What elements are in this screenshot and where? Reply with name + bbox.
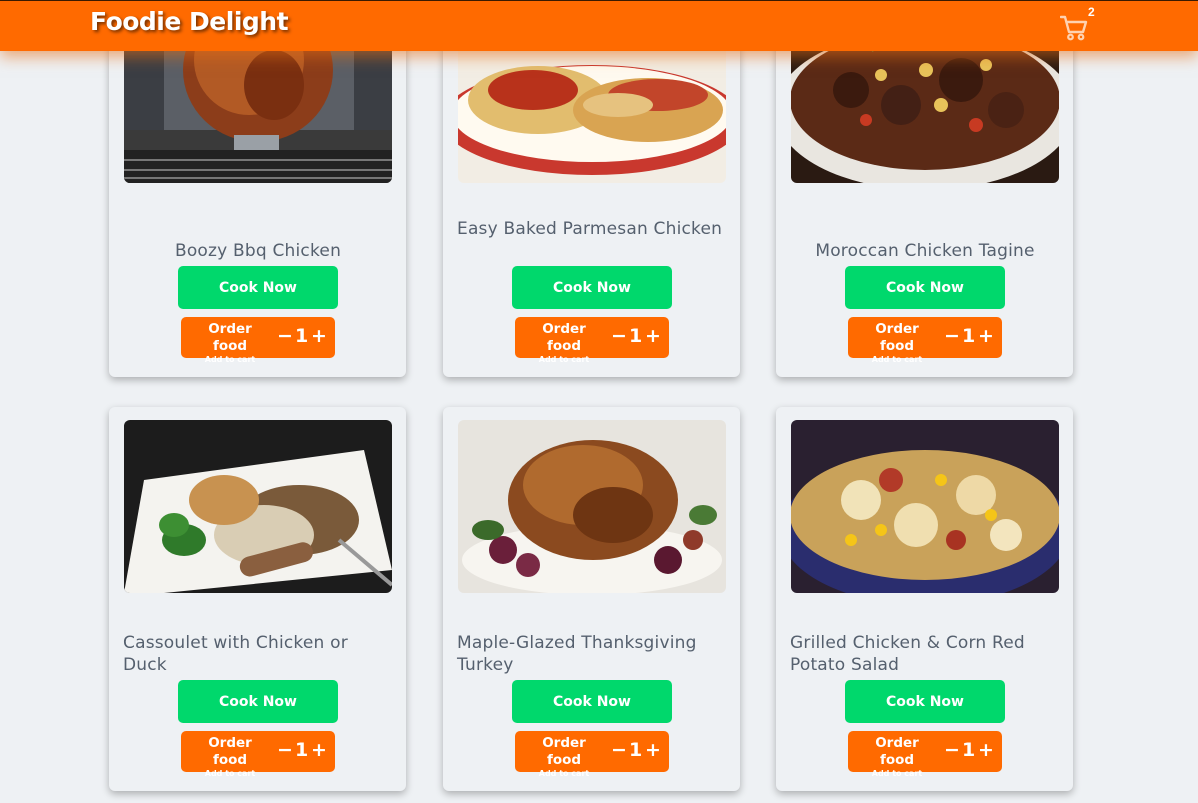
decrease-quantity-button[interactable]: −: [611, 739, 627, 761]
add-to-cart-label: Add to cart: [538, 355, 590, 364]
order-food-button[interactable]: Order food Add to cart: [525, 321, 603, 365]
order-food-control: Order food Add to cart − 1 +: [515, 731, 669, 778]
order-food-label: Order food: [542, 735, 586, 768]
cook-now-button[interactable]: Cook Now: [178, 266, 338, 309]
recipe-title: Moroccan Chicken Tagine: [815, 241, 1035, 261]
quantity-value: 1: [295, 739, 309, 761]
recipe-title: Grilled Chicken & Corn Red Potato Salad: [790, 633, 1025, 675]
recipe-card: Cassoulet with Chicken or Duck Cook Now …: [109, 407, 406, 791]
increase-quantity-button[interactable]: +: [645, 325, 661, 347]
cook-now-button[interactable]: Cook Now: [178, 680, 338, 723]
cart-button[interactable]: 2: [1060, 5, 1100, 45]
recipe-title: Maple-Glazed Thanksgiving Turkey: [457, 633, 697, 675]
add-to-cart-label: Add to cart: [204, 769, 256, 778]
quantity-value: 1: [629, 739, 643, 761]
recipe-card: Boozy Bbq Chicken Cook Now Order food Ad…: [109, 10, 406, 377]
increase-quantity-button[interactable]: +: [978, 739, 994, 761]
add-to-cart-label: Add to cart: [871, 769, 923, 778]
recipe-image: [458, 420, 726, 593]
order-food-button[interactable]: Order food Add to cart: [858, 735, 936, 779]
recipe-card: Moroccan Chicken Tagine Cook Now Order f…: [776, 10, 1073, 377]
increase-quantity-button[interactable]: +: [311, 325, 327, 347]
increase-quantity-button[interactable]: +: [978, 325, 994, 347]
recipe-title: Boozy Bbq Chicken: [174, 241, 342, 261]
cook-now-button[interactable]: Cook Now: [512, 680, 672, 723]
cart-count-badge: 2: [1088, 5, 1095, 19]
cook-now-button[interactable]: Cook Now: [845, 266, 1005, 309]
increase-quantity-button[interactable]: +: [645, 739, 661, 761]
increase-quantity-button[interactable]: +: [311, 739, 327, 761]
top-navbar: Foodie Delight 2: [0, 0, 1198, 51]
recipe-image: [791, 420, 1059, 593]
decrease-quantity-button[interactable]: −: [611, 325, 627, 347]
order-food-label: Order food: [208, 735, 252, 768]
order-food-control: Order food Add to cart − 1 +: [181, 731, 335, 778]
decrease-quantity-button[interactable]: −: [277, 325, 293, 347]
cook-now-button[interactable]: Cook Now: [845, 680, 1005, 723]
order-food-label: Order food: [542, 321, 586, 354]
add-to-cart-label: Add to cart: [538, 769, 590, 778]
recipe-card: Easy Baked Parmesan Chicken Cook Now Ord…: [443, 10, 740, 377]
order-food-control: Order food Add to cart − 1 +: [848, 731, 1002, 778]
order-food-button[interactable]: Order food Add to cart: [525, 735, 603, 779]
recipe-card: Grilled Chicken & Corn Red Potato Salad …: [776, 407, 1073, 791]
order-food-control: Order food Add to cart − 1 +: [181, 317, 335, 364]
order-food-control: Order food Add to cart − 1 +: [848, 317, 1002, 364]
recipe-title: Easy Baked Parmesan Chicken: [457, 219, 723, 239]
order-food-label: Order food: [875, 735, 919, 768]
quantity-value: 1: [962, 325, 976, 347]
decrease-quantity-button[interactable]: −: [277, 739, 293, 761]
quantity-value: 1: [295, 325, 309, 347]
decrease-quantity-button[interactable]: −: [944, 739, 960, 761]
quantity-value: 1: [629, 325, 643, 347]
order-food-label: Order food: [208, 321, 252, 354]
shopping-cart-icon: [1060, 15, 1088, 41]
add-to-cart-label: Add to cart: [204, 355, 256, 364]
order-food-control: Order food Add to cart − 1 +: [515, 317, 669, 364]
add-to-cart-label: Add to cart: [871, 355, 923, 364]
recipe-card: Maple-Glazed Thanksgiving Turkey Cook No…: [443, 407, 740, 791]
recipe-image: [124, 420, 392, 593]
order-food-button[interactable]: Order food Add to cart: [858, 321, 936, 365]
brand-logo[interactable]: Foodie Delight: [90, 7, 289, 36]
cook-now-button[interactable]: Cook Now: [512, 266, 672, 309]
order-food-button[interactable]: Order food Add to cart: [191, 321, 269, 365]
decrease-quantity-button[interactable]: −: [944, 325, 960, 347]
recipe-title: Cassoulet with Chicken or Duck: [123, 633, 348, 675]
order-food-label: Order food: [875, 321, 919, 354]
order-food-button[interactable]: Order food Add to cart: [191, 735, 269, 779]
quantity-value: 1: [962, 739, 976, 761]
